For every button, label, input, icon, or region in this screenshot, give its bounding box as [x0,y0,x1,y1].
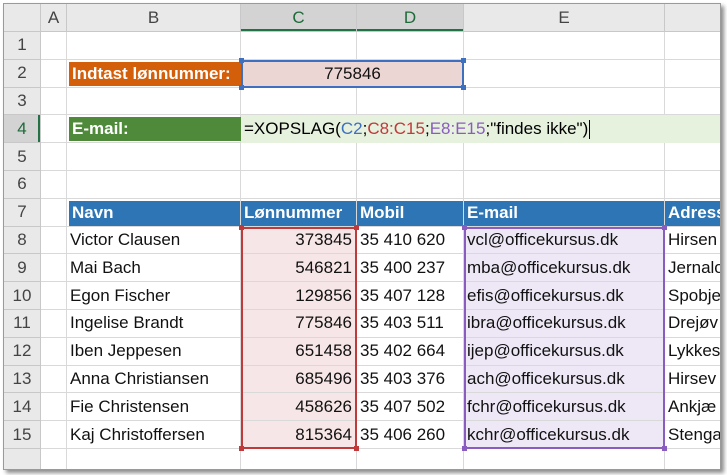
cell-navn[interactable]: Fie Christensen [67,393,240,420]
header-adresse: Adress [665,200,720,226]
cell-lonnummer[interactable]: 546821 [241,254,356,282]
formula-ref-lookup: C2 [340,119,363,139]
reference-handle[interactable] [354,446,359,451]
cell-mobil[interactable]: 35 407 502 [357,393,463,420]
cell-navn[interactable]: Egon Fischer [67,282,240,309]
cell-adresse[interactable]: Hirsen [665,227,720,254]
row-header-16[interactable] [4,449,41,469]
text-cursor [589,119,591,139]
cell-adresse[interactable]: Hirsev [665,366,720,393]
cell-lonnummer[interactable]: 815364 [241,421,356,448]
column-header-e[interactable]: E [464,4,665,32]
cell-navn[interactable]: Anna Christiansen [67,366,240,393]
cell-mobil[interactable]: 35 410 620 [357,227,463,254]
column-header-f[interactable] [665,4,720,32]
cell-lonnummer[interactable]: 373845 [241,226,356,254]
lookup-value-input[interactable]: 775846 [241,59,464,88]
formula-ref-return-array: E8:E15 [429,119,486,139]
cell-email[interactable]: vcl@officekursus.dk [464,226,664,254]
cell-email[interactable]: mba@officekursus.dk [464,254,664,282]
cell-lonnummer[interactable]: 129856 [241,282,356,309]
cell-email[interactable]: efis@officekursus.dk [464,282,664,309]
row-header-8[interactable]: 8 [4,226,41,255]
cell-mobil[interactable]: 35 407 128 [357,282,463,309]
cell-mobil[interactable]: 35 406 260 [357,421,463,448]
gridline-horizontal [41,197,720,199]
cell-mobil[interactable]: 35 403 511 [357,310,463,337]
row-header-4[interactable]: 4 [4,115,41,144]
result-label: E-mail: [69,117,241,142]
row-header-3[interactable]: 3 [4,87,41,116]
cell-lonnummer[interactable]: 775846 [241,310,356,337]
cell-lonnummer[interactable]: 685496 [241,365,356,393]
reference-handle[interactable] [462,446,467,451]
reference-handle[interactable] [462,224,467,230]
input-label: Indtast lønnummer: [69,61,241,86]
reference-handle[interactable] [461,84,466,90]
column-header-c[interactable]: C [241,4,357,32]
row-header-5[interactable]: 5 [4,143,41,171]
header-navn: Navn [69,200,240,226]
reference-handle[interactable] [354,224,359,230]
gridline-horizontal [41,170,720,171]
reference-handle[interactable] [239,446,244,451]
row-header-7[interactable]: 7 [4,198,41,227]
row-header-15[interactable]: 15 [4,421,41,449]
cell-lonnummer[interactable]: 458626 [241,393,356,421]
cell-email[interactable]: kchr@officekursus.dk [464,421,664,448]
cell-email[interactable]: ibra@officekursus.dk [464,310,664,337]
reference-handle[interactable] [662,446,667,451]
column-header-a[interactable]: A [41,4,67,32]
row-header-13[interactable]: 13 [4,365,41,394]
cell-adresse[interactable]: Drejøv [665,310,720,337]
row-header-9[interactable]: 9 [4,254,41,283]
header-lonnummer: Lønnummer [241,200,356,226]
cell-navn[interactable]: Kaj Christoffersen [67,421,240,448]
cell-email[interactable]: fchr@officekursus.dk [464,393,664,421]
cell-navn[interactable]: Mai Bach [67,254,240,281]
row-header-14[interactable]: 14 [4,393,41,422]
cell-mobil[interactable]: 35 402 664 [357,338,463,365]
reference-handle[interactable] [239,57,244,63]
row-header-11[interactable]: 11 [4,310,41,338]
cell-adresse[interactable]: Ankjæ [665,393,720,420]
reference-handle[interactable] [239,84,244,90]
formula-ref-lookup-array: C8:C15 [367,119,425,139]
reference-handle[interactable] [461,57,466,63]
cell-email[interactable]: ijep@officekursus.dk [464,337,664,365]
gridline-horizontal [41,448,720,449]
row-header-10[interactable]: 10 [4,282,41,310]
spreadsheet-grid[interactable]: A B C D E 1 2 3 4 5 6 7 8 9 10 11 12 13 14 15 Indtast lønnum… [3,3,721,470]
cell-navn[interactable]: Iben Jeppesen [67,338,240,365]
row-header-6[interactable]: 6 [4,171,41,199]
cell-mobil[interactable]: 35 403 376 [357,366,463,393]
cell-adresse[interactable]: Lykkes [665,338,720,365]
select-all-corner[interactable] [4,4,41,32]
cell-adresse[interactable]: Jernalo [665,254,720,281]
cell-mobil[interactable]: 35 400 237 [357,254,463,281]
row-header-2[interactable]: 2 [4,59,41,88]
header-mobil: Mobil [357,200,463,226]
formula-cell[interactable]: =XOPSLAG(C2; C8:C15; E8:E15 ;"findes ikke") [241,115,720,144]
row-header-12[interactable]: 12 [4,337,41,366]
row-header-1[interactable]: 1 [4,32,41,60]
column-header-b[interactable]: B [67,4,241,32]
column-header-d[interactable]: D [357,4,464,32]
cell-email[interactable]: ach@officekursus.dk [464,365,664,393]
cell-adresse[interactable]: Stenga [665,421,720,448]
cell-navn[interactable]: Ingelise Brandt [67,310,240,337]
cell-navn[interactable]: Victor Clausen [67,227,240,254]
cell-adresse[interactable]: Spobje [665,282,720,309]
header-email: E-mail [464,200,664,226]
reference-handle[interactable] [662,224,667,230]
cell-lonnummer[interactable]: 651458 [241,337,356,365]
formula-text: ;"findes ikke") [485,119,589,139]
reference-handle[interactable] [239,224,244,230]
formula-text: =XOPSLAG( [244,119,341,139]
